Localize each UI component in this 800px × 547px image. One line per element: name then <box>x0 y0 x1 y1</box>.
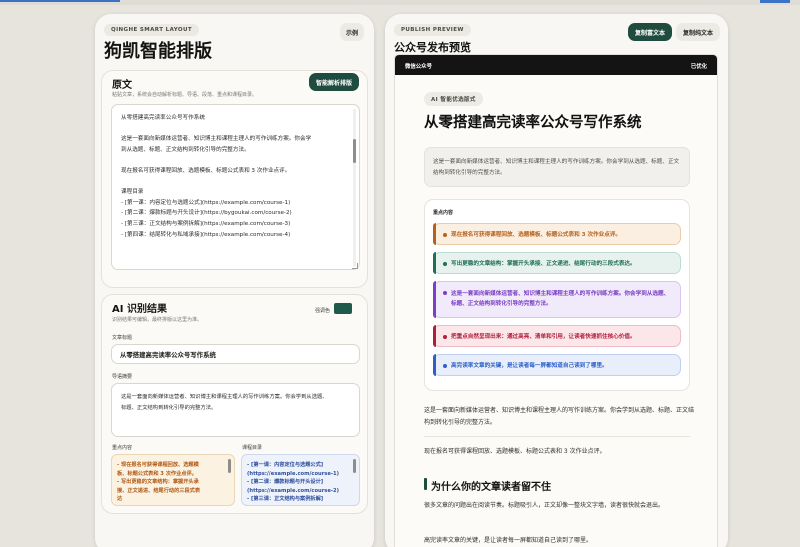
source-line: 课程目录 <box>121 189 144 196</box>
key-point-item: 现在报名可获得课程回放、选题模板、标题公式表和 3 次作业点评。 <box>433 223 681 245</box>
key-point-line: 达 <box>117 496 123 503</box>
source-line: - [第一课：内容定位与选题公式](https://example.com/co… <box>121 199 291 206</box>
key-point-bullet-icon <box>443 291 447 295</box>
source-line: 从零搭建高完读率公众号写作系统 <box>121 115 205 121</box>
catalog-line: - [第三课：正文结构与案例拆解] <box>247 496 324 503</box>
catalog-textarea[interactable]: - [第一课：内容定位与选题公式] (https://example.com/co… <box>241 454 360 506</box>
accent-color-swatch[interactable] <box>334 303 352 314</box>
source-title: 原文 <box>112 80 132 91</box>
key-point-line: - 写出更稳的文章结构：掌握开头承 <box>117 479 199 486</box>
key-point-accent-bar <box>433 281 436 318</box>
preview-pill: PUBLISH PREVIEW <box>394 24 471 36</box>
heading-accent-bar <box>424 478 427 490</box>
editor-panel: QINGHE SMART LAYOUT 狗凯智能排版 示例 原文 粘贴文章，系统… <box>95 14 374 547</box>
key-point-accent-bar <box>433 325 436 347</box>
key-points-label: 重点内容 <box>112 445 133 451</box>
key-point-item: 写出更稳的文章结构：掌握开头承接、正文递进、结尾行动的三段式表达。 <box>433 252 681 274</box>
source-line: - [第二课：爆款标题与开头设计](https://bygoukai.com/c… <box>121 210 292 217</box>
preview-title: 公众号发布预览 <box>394 41 471 54</box>
divider <box>424 436 690 437</box>
source-line: 现在报名可获得课程回放、选题模板、标题公式表和 3 次作业点评。 <box>121 167 291 174</box>
key-point-item: 高完读率文章的关键，是让读者每一屏都知道自己读到了哪里。 <box>433 354 681 376</box>
source-text-content: 从零搭建高完读率公众号写作系统 这是一套面向新媒体运营者、知识博主和课程主理人的… <box>121 113 345 240</box>
wechat-preview-frame: 微信公众号 已优化 AI 智能优选版式 从零搭建高完读率公众号写作系统 这是一套… <box>395 55 717 547</box>
key-points-text: - 现在报名可获得课程回放、选题模 板、标题公式表和 3 次作业点评。 - 写出更稳… <box>117 461 224 504</box>
browser-tab-indicator <box>0 0 120 2</box>
source-line: - [第三课：正文结构与案例拆解](https://example.com/co… <box>121 220 291 227</box>
key-point-text: 现在报名可获得课程回放、选题模板、标题公式表和 3 次作业点评。 <box>451 232 622 238</box>
ai-layout-badge: AI 智能优选版式 <box>424 92 483 106</box>
catalog-line: (https://example.com/course-1) <box>247 470 340 477</box>
source-scroll-thumb[interactable] <box>353 139 356 163</box>
source-card: 原文 粘贴文章，系统会自动解析标题、导语、段落、重点和课程目录。 智能解析排版 … <box>101 70 368 288</box>
resize-handle[interactable] <box>352 263 358 269</box>
source-textarea[interactable]: 从零搭建高完读率公众号写作系统 这是一套面向新媒体运营者、知识博主和课程主理人的… <box>111 104 360 270</box>
key-points-title: 重点内容 <box>433 210 454 216</box>
source-line <box>121 177 345 188</box>
summary-line: 标题、正文结构到转化引导的完整方法。 <box>121 405 217 411</box>
catalog-line: (https://example.com/course-2) <box>247 487 340 494</box>
article-title-input[interactable]: 从零搭建高完读率公众号写作系统 <box>111 344 360 364</box>
article-paragraph-3: 很多文章的问题出在阅读节奏。标题吸引人，正文却像一整块文字墙，读者很快就会退出。 <box>424 502 665 509</box>
ai-result-title: AI 识别结果 <box>112 304 167 315</box>
browser-top-strip <box>0 0 800 5</box>
source-line: - [第四课：结尾转化与私域承接](https://example.com/co… <box>121 231 291 238</box>
catalog-line: - [第一课：内容定位与选题公式] <box>247 462 324 468</box>
key-point-accent-bar <box>433 223 436 245</box>
source-line <box>121 124 345 135</box>
phone-top-bar: 微信公众号 已优化 <box>395 55 717 75</box>
catalog-line: - [第二课：爆款标题与开头设计] <box>247 479 324 486</box>
ai-result-card: AI 识别结果 识别结果可编辑，最终排版以这里为准。 强调色 文章标题 从零搭建… <box>101 294 368 514</box>
key-point-item: 把重点自然呈现出来：通过高亮、清单和引用，让读者快速抓住核心价值。 <box>433 325 681 347</box>
key-point-text: 把重点自然呈现出来：通过高亮、清单和引用，让读者快速抓住核心价值。 <box>451 334 636 340</box>
key-point-line: 接、正文递进、结尾行动的三段式表 <box>117 487 201 494</box>
key-point-text: 这是一套面向新媒体运营者、知识博主和课程主理人的写作训练方案。你会学到从选题、标… <box>451 291 670 307</box>
key-point-accent-bar <box>433 354 436 376</box>
key-point-bullet-icon <box>443 233 447 237</box>
ai-result-subtitle: 识别结果可编辑，最终排版以这里为准。 <box>112 317 203 323</box>
key-point-text: 写出更稳的文章结构：掌握开头承接、正文递进、结尾行动的三段式表达。 <box>451 261 636 267</box>
key-point-line: 板、标题公式表和 3 次作业点评。 <box>117 470 197 477</box>
article-title-label: 文章标题 <box>112 335 133 341</box>
key-points-card: 重点内容 现在报名可获得课程回放、选题模板、标题公式表和 3 次作业点评。写出更… <box>424 199 690 391</box>
page-title: 狗凯智能排版 <box>104 41 212 62</box>
catalog-text: - [第一课：内容定位与选题公式] (https://example.com/co… <box>247 461 349 504</box>
key-points-textarea[interactable]: - 现在报名可获得课程回放、选题模 板、标题公式表和 3 次作业点评。 - 写出更稳… <box>111 454 235 506</box>
catalog-label: 课程目录 <box>242 445 263 451</box>
key-point-line: - 现在报名可获得课程回放、选题模 <box>117 462 199 468</box>
summary-line: 这是一套面向新媒体运营者、知识博主和课程主理人的写作训练方案。你会学到从选题、 <box>121 394 328 400</box>
summary-textarea[interactable]: 这是一套面向新媒体运营者、知识博主和课程主理人的写作训练方案。你会学到从选题、标… <box>111 383 360 437</box>
article-paragraph-1: 这是一套面向新媒体运营者、知识博主和课程主理人的写作训练方案。你会学到从选题、标… <box>424 407 695 426</box>
key-point-bullet-icon <box>443 262 447 266</box>
article-summary-box: 这是一套面向新媒体运营者、知识博主和课程主理人的写作训练方案。你会学到从选题、标… <box>424 147 690 187</box>
source-line: 到从选题、标题、正文结构到转化引导的完整方法。 <box>121 146 250 153</box>
article-title: 从零搭建高完读率公众号写作系统 <box>424 114 642 131</box>
article-summary: 这是一套面向新媒体运营者、知识博主和课程主理人的写作训练方案。你会学到从选题、标… <box>433 159 680 176</box>
source-subtitle: 粘贴文章，系统会自动解析标题、导语、段落、重点和课程目录。 <box>112 92 258 98</box>
key-points-scroll-thumb[interactable] <box>228 459 231 473</box>
key-point-accent-bar <box>433 252 436 274</box>
source-line: 这是一套面向新媒体运营者、知识博主和课程主理人的写作训练方案。你会学 <box>121 136 312 143</box>
source-line <box>121 155 345 166</box>
copy-rich-text-button[interactable]: 复制富文本 <box>628 23 672 41</box>
key-point-item: 这是一套面向新媒体运营者、知识博主和课程主理人的写作训练方案。你会学到从选题、标… <box>433 281 681 318</box>
key-point-bullet-icon <box>443 364 447 368</box>
source-scroll-track[interactable] <box>353 109 356 267</box>
accent-color-label: 强调色 <box>315 308 331 314</box>
smart-parse-button[interactable]: 智能解析排版 <box>309 73 359 91</box>
key-point-bullet-icon <box>443 335 447 339</box>
summary-label: 导语摘要 <box>112 374 133 380</box>
article-heading-2: 为什么你的文章读者留不住 <box>431 482 551 493</box>
summary-text-content: 这是一套面向新媒体运营者、知识博主和课程主理人的写作训练方案。你会学到从选题、标… <box>121 392 345 414</box>
article-paragraph-4: 高完读率文章的关键，是让读者每一屏都知道自己读到了哪里。 <box>424 537 593 544</box>
browser-accent <box>760 0 790 3</box>
article-paragraph-2: 现在报名可获得课程回放、选题模板、标题公式表和 3 次作业点评。 <box>424 448 606 455</box>
copy-plain-text-button[interactable]: 复制纯文本 <box>676 23 720 41</box>
catalog-scroll-thumb[interactable] <box>353 459 356 473</box>
phone-bar-account: 微信公众号 <box>405 64 432 70</box>
phone-bar-status: 已优化 <box>690 64 707 70</box>
key-point-text: 高完读率文章的关键，是让读者每一屏都知道自己读到了哪里。 <box>451 363 608 369</box>
example-button[interactable]: 示例 <box>340 23 364 41</box>
brand-pill: QINGHE SMART LAYOUT <box>104 24 199 36</box>
